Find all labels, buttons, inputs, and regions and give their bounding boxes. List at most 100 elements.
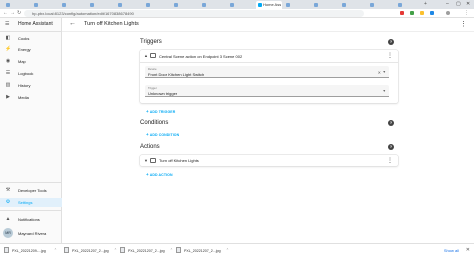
extension-icon[interactable] [400,11,404,15]
developer-tools-icon: ⚒ [5,187,11,193]
browser-tab[interactable] [88,1,114,9]
tab-favicon-icon [258,3,262,7]
chevron-down-icon[interactable]: ▼ [144,158,148,163]
kebab-menu-icon[interactable]: ⋮ [387,157,393,164]
chevron-up-icon[interactable]: ⌃ [114,248,117,252]
browser-tab[interactable]: Home Assistant [256,1,282,9]
tab-favicon-icon [6,3,10,7]
sidebar-item-developer-tools[interactable]: ⚒ Developer Tools [0,186,62,195]
sidebar-item-cooks[interactable]: ◧ Cooks [0,34,62,43]
sidebar-item-energy[interactable]: ⚡ Energy [0,45,62,54]
chevron-down-icon[interactable]: ▼ [383,70,386,74]
cook-icon: ◧ [5,35,11,41]
extension-icon[interactable] [410,11,414,15]
tab-favicon-icon [342,3,346,7]
browser-tab[interactable] [340,1,366,9]
browser-tab[interactable] [200,1,226,9]
maximize-icon[interactable]: ▢ [456,1,461,7]
avatar: MR [3,228,13,238]
download-item[interactable]: PXL_20221209-...jpg ⌃ [4,246,59,255]
extension-icon[interactable] [430,11,434,15]
close-window-icon[interactable]: ✕ [466,1,470,7]
tab-favicon-icon [62,3,66,7]
new-tab-icon[interactable]: + [424,1,427,7]
settings-icon: ⚙ [5,199,11,205]
device-field[interactable]: Device Front Door Kitchen Light Switch ✕… [145,66,389,78]
browser-tab[interactable] [32,1,58,9]
browser-tab[interactable] [396,1,422,9]
sidebar-item-user[interactable]: MR Maynard Rivera [0,227,62,239]
sidebar-header: ☰ Home Assistant [0,18,62,32]
show-all-downloads-link[interactable]: Show all [444,248,459,253]
sidebar-item-notifications[interactable]: ▲ Notifications [0,215,62,224]
tab-favicon-icon [118,3,122,7]
profile-icon[interactable] [446,11,450,15]
chevron-up-icon[interactable]: ⌃ [226,248,229,252]
extension-icon[interactable] [420,11,424,15]
download-filename: PXL_20221207_2...jpg [128,248,165,253]
tab-favicon-icon [286,3,290,7]
menu-icon[interactable]: ☰ [5,21,9,27]
sidebar-item-settings[interactable]: ⚙ Settings [0,198,62,207]
download-item[interactable]: PXL_20221207_2...jpg ⌃ [176,246,231,255]
browser-tab[interactable] [4,1,30,9]
minimize-icon[interactable]: – [446,1,449,7]
tab-favicon-icon [202,3,206,7]
chevron-up-icon[interactable]: ⌃ [54,248,57,252]
download-filename: PXL_20221209-...jpg [12,248,46,253]
add-action-button[interactable]: +ADD ACTION [143,171,176,178]
address-text: hp-pbx.local:8123/config/automation/edit… [32,11,134,16]
browser-menu-icon[interactable]: ⋮ [464,10,469,16]
help-icon[interactable]: ? [388,39,394,45]
tab-label: Home Assistant [263,2,281,7]
reload-icon[interactable]: ↻ [17,10,21,16]
chevron-down-icon[interactable]: ▼ [383,89,386,93]
add-trigger-label: ADD TRIGGER [149,110,176,114]
address-bar[interactable]: hp-pbx.local:8123/config/automation/edit… [24,10,364,17]
download-filename: PXL_20221207_2...jpg [184,248,221,253]
browser-tab[interactable] [312,1,338,9]
browser-tab[interactable] [228,1,254,9]
browser-tab[interactable] [284,1,310,9]
sidebar-item-logbook[interactable]: ☰ Logbook [0,69,62,78]
sidebar-item-map[interactable]: ◉ Map [0,57,62,66]
browser-tab[interactable] [144,1,170,9]
trigger-select-label: Trigger [148,86,157,90]
device-field-value: Front Door Kitchen Light Switch [148,71,205,77]
browser-tab[interactable] [116,1,142,9]
tab-favicon-icon [230,3,234,7]
trigger-card: ▲ Central Scene action on Endpoint 3 Sce… [140,50,398,103]
overflow-menu-icon[interactable]: ⋮ [460,20,467,28]
forward-icon[interactable]: → [10,10,15,16]
download-item[interactable]: PXL_20221207_2...jpg ⌃ [64,246,119,255]
chevron-up-icon[interactable]: ⌃ [170,248,173,252]
clear-icon[interactable]: ✕ [378,70,381,75]
add-condition-label: ADD CONDITION [149,133,180,137]
tab-favicon-icon [314,3,318,7]
plus-icon: + [146,132,149,137]
sidebar-item-history[interactable]: ▥ History [0,81,62,90]
help-icon[interactable]: ? [388,144,394,150]
sidebar-item-media[interactable]: ▶ Media [0,93,62,102]
add-condition-button[interactable]: +ADD CONDITION [143,131,182,138]
help-icon[interactable]: ? [388,120,394,126]
download-item[interactable]: PXL_20221207_2...jpg ⌃ [120,246,175,255]
close-icon[interactable]: ✕ [466,247,470,253]
back-icon[interactable]: ← [3,10,8,16]
browser-tab[interactable] [172,1,198,9]
conditions-title: Conditions [140,120,169,126]
chevron-up-icon[interactable]: ▲ [144,53,148,58]
sidebar-item-label: Notifications [18,217,40,222]
browser-tab[interactable] [60,1,86,9]
action-card-header[interactable]: ▼ Turn off Kitchen Lights ⋮ [140,156,398,166]
tab-favicon-icon [90,3,94,7]
energy-icon: ⚡ [5,46,12,52]
trigger-card-header[interactable]: ▲ Central Scene action on Endpoint 3 Sce… [140,51,398,61]
trigger-select[interactable]: Trigger Unknown trigger ▼ [145,85,389,97]
back-arrow-icon[interactable]: ← [69,20,76,27]
kebab-menu-icon[interactable]: ⋮ [387,52,393,59]
add-trigger-button[interactable]: +ADD TRIGGER [143,108,178,115]
browser-tab[interactable] [368,1,394,9]
downloads-bar: PXL_20221209-...jpg ⌃ PXL_20221207_2...j… [0,243,474,256]
action-card-title: Turn off Kitchen Lights [159,158,199,163]
